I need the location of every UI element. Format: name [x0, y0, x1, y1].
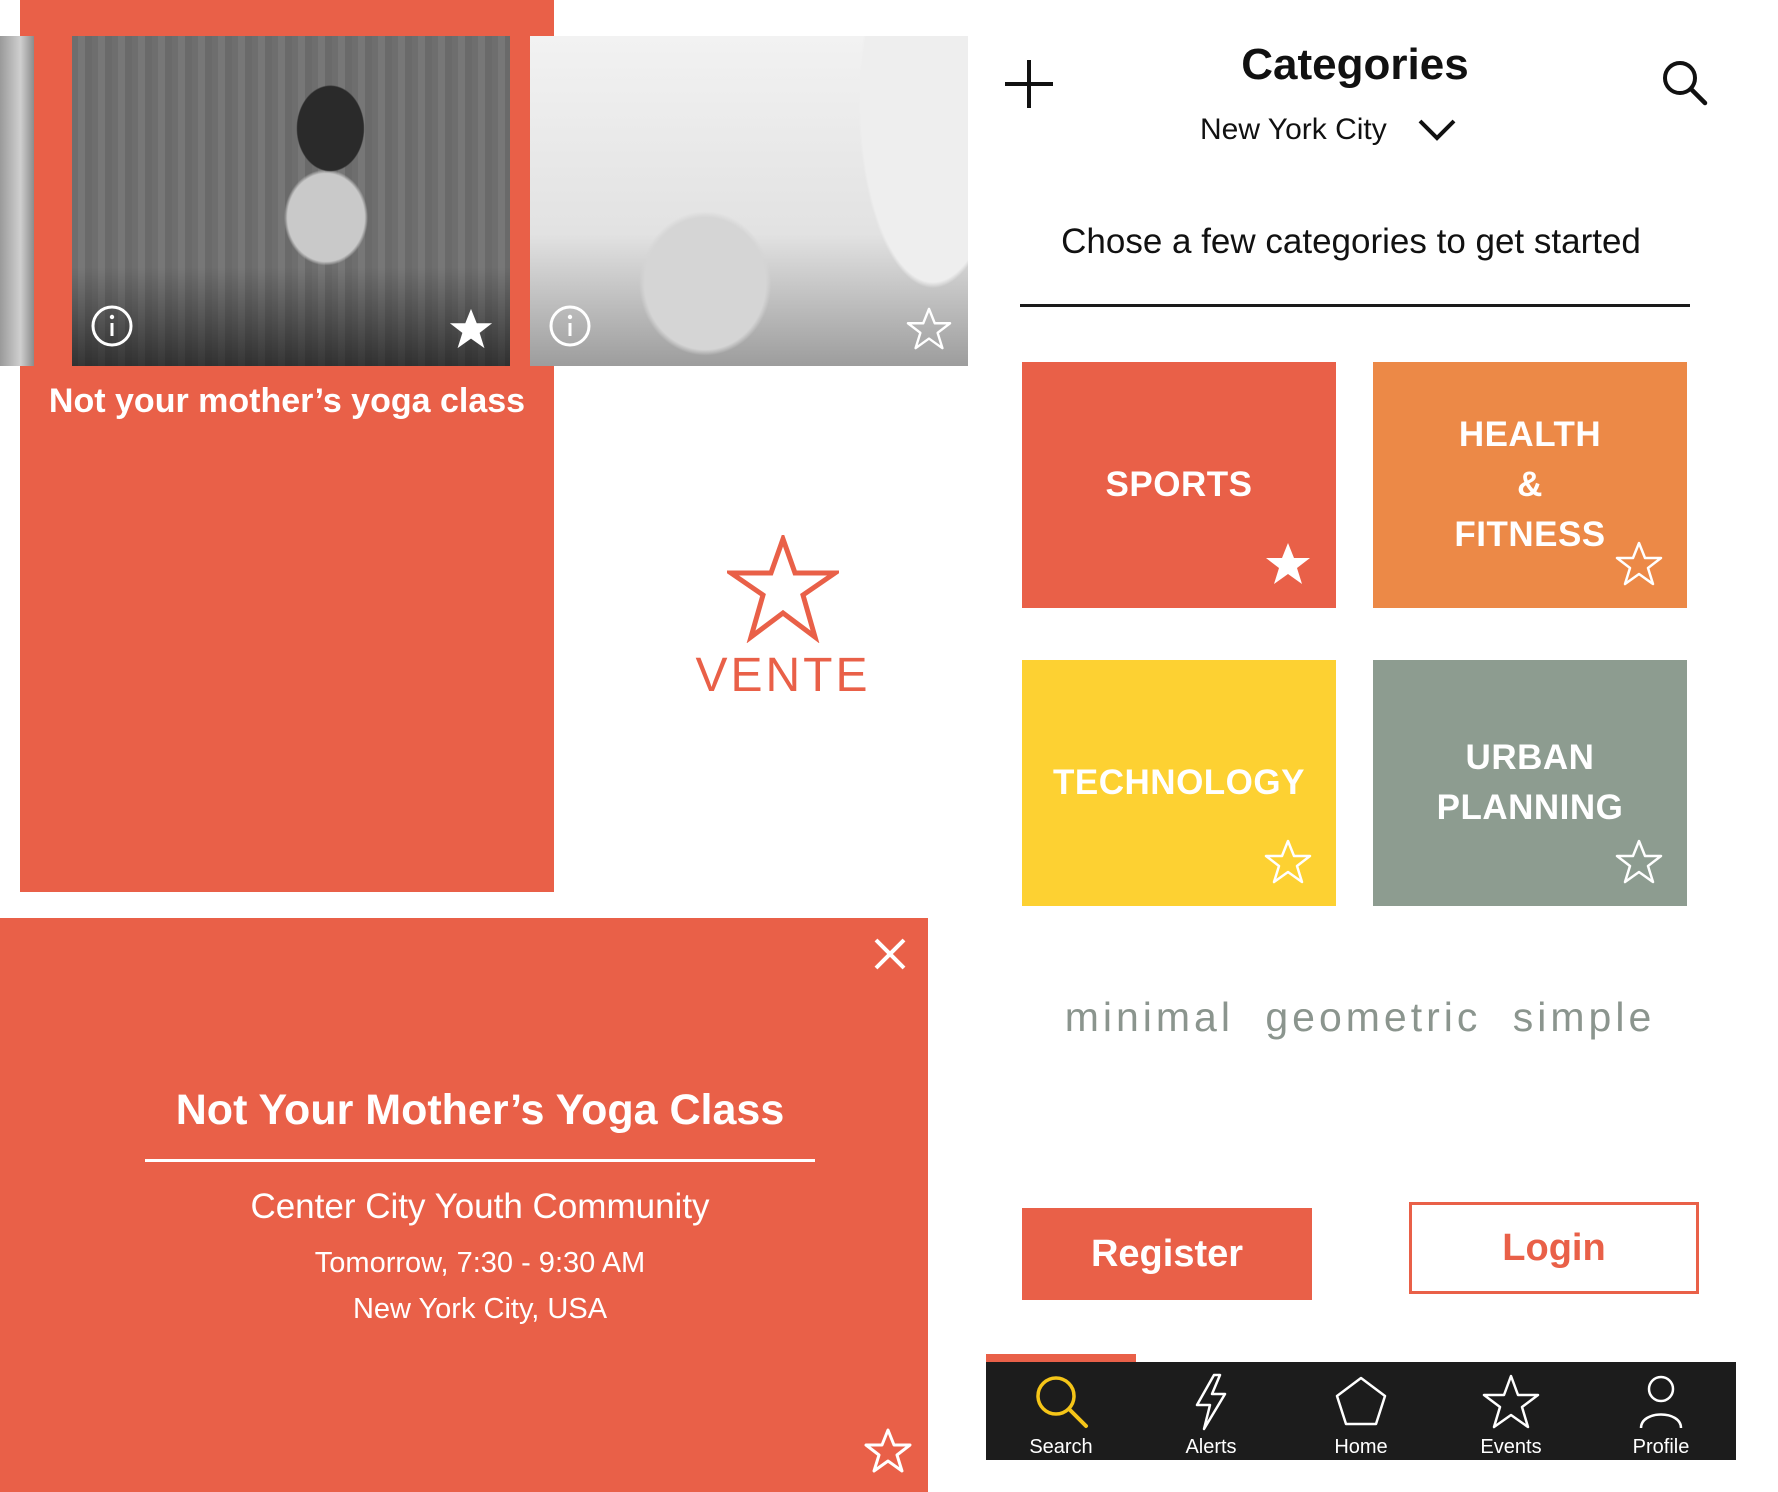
search-icon	[1036, 1376, 1088, 1428]
tab-label: Profile	[1632, 1436, 1690, 1458]
info-icon[interactable]	[90, 304, 134, 348]
yoga-photo[interactable]	[72, 36, 510, 366]
tab-label: Events	[1480, 1436, 1542, 1458]
star-outline-icon[interactable]	[864, 1427, 912, 1475]
login-button[interactable]: Login	[1409, 1202, 1699, 1294]
tab-label: Home	[1334, 1436, 1388, 1458]
page-title: Categories	[1241, 40, 1469, 89]
tab-label: Search	[1029, 1436, 1093, 1458]
star-filled-icon[interactable]	[1264, 540, 1312, 588]
tab-home[interactable]: Home	[1286, 1362, 1436, 1460]
star-outline-icon[interactable]	[1264, 838, 1312, 886]
category-label: URBAN PLANNING	[1436, 738, 1624, 827]
city-label: New York City	[1200, 113, 1387, 146]
star-outline-icon[interactable]	[1615, 838, 1663, 886]
tab-alerts[interactable]: Alerts	[1136, 1362, 1286, 1460]
tab-profile[interactable]: Profile	[1586, 1362, 1736, 1460]
event-organizer: Center City Youth Community	[250, 1187, 710, 1226]
plus-icon[interactable]	[1003, 58, 1055, 110]
person-icon	[1639, 1375, 1683, 1429]
pentagon-home-icon	[1335, 1376, 1387, 1426]
instruction-divider	[1020, 304, 1690, 307]
tab-label: Alerts	[1185, 1436, 1237, 1458]
star-outline-logo-icon	[727, 535, 839, 643]
category-label: TECHNOLOGY	[1053, 763, 1305, 802]
star-icon	[1482, 1374, 1540, 1429]
category-tile-sports[interactable]: SPORTS	[1022, 362, 1336, 608]
tab-events[interactable]: Events	[1436, 1362, 1586, 1460]
logo-wordmark: VENTE	[695, 649, 871, 702]
title-divider	[145, 1159, 815, 1162]
instruction-text: Chose a few categories to get started	[1061, 222, 1641, 261]
event-location: New York City, USA	[352, 1293, 608, 1325]
star-filled-icon[interactable]	[448, 306, 494, 352]
star-outline-icon[interactable]	[906, 306, 952, 352]
register-button[interactable]: Register	[1022, 1208, 1312, 1300]
category-tile-health-fitness[interactable]: HEALTH & FITNESS	[1373, 362, 1687, 608]
active-tab-indicator	[986, 1354, 1136, 1362]
star-outline-icon[interactable]	[1615, 540, 1663, 588]
lightning-icon	[1195, 1373, 1227, 1431]
card-title: Not your mother’s yoga class	[48, 382, 526, 420]
chevron-down-icon	[1418, 119, 1456, 141]
search-icon[interactable]	[1660, 58, 1708, 106]
category-label: SPORTS	[1105, 465, 1253, 504]
event-time: Tomorrow, 7:30 - 9:30 AM	[314, 1247, 646, 1279]
category-tile-urban-planning[interactable]: URBAN PLANNING	[1373, 660, 1687, 906]
partial-photo[interactable]	[0, 36, 34, 366]
category-tile-technology[interactable]: TECHNOLOGY	[1022, 660, 1336, 906]
close-icon[interactable]	[872, 936, 908, 972]
info-icon[interactable]	[548, 304, 592, 348]
water-photo[interactable]	[530, 36, 968, 366]
city-selector[interactable]: New York City	[1200, 108, 1457, 152]
bottom-tab-bar: Search Alerts Home Events Profile	[986, 1362, 1736, 1460]
event-title: Not Your Mother’s Yoga Class	[175, 1086, 785, 1134]
category-label: HEALTH & FITNESS	[1454, 415, 1606, 554]
tab-search[interactable]: Search	[986, 1362, 1136, 1460]
style-tagline: minimal geometric simple	[1064, 994, 1656, 1040]
